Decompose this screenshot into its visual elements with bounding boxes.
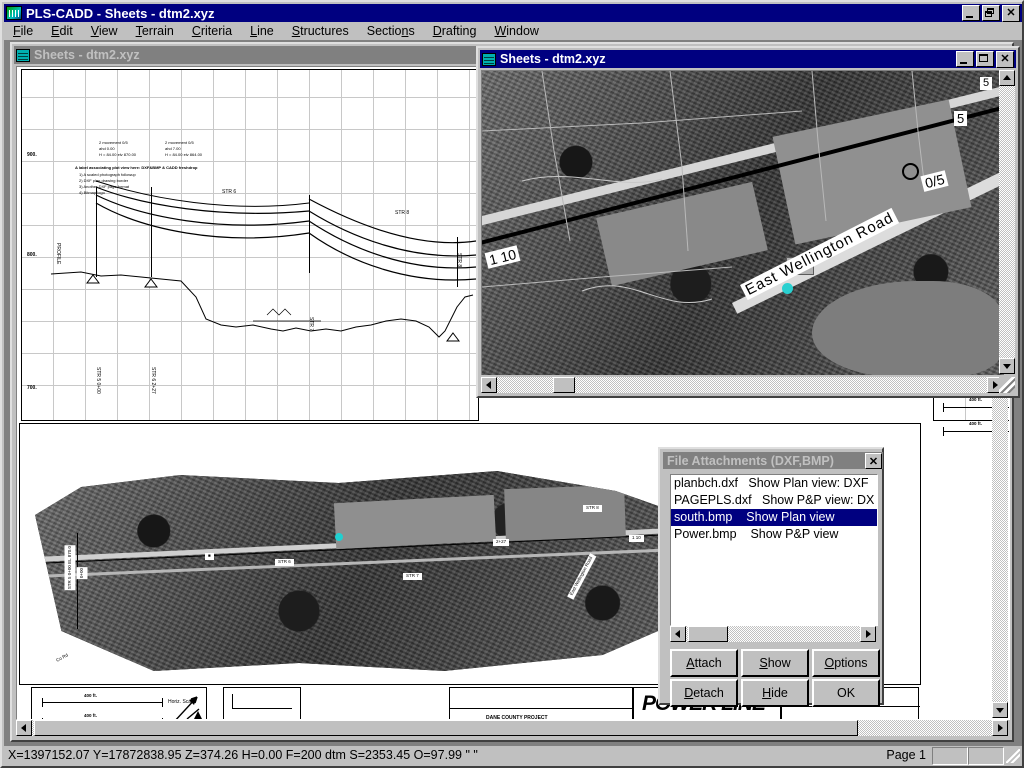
plan-child-window: Sheets - dtm2.xyz ✕ 5 0/5 1 10 East Well… [476, 46, 1020, 398]
list-item[interactable]: planbch.dxf Show Plan view: DXF [671, 475, 877, 492]
status-coordinates: X=1397152.07 Y=17872838.95 Z=374.26 H=0.… [8, 748, 478, 762]
attachments-scroll-right-button[interactable] [860, 626, 876, 642]
attachments-scroll-left-button[interactable] [670, 626, 686, 642]
statusbar: X=1397152.07 Y=17872838.95 Z=374.26 H=0.… [4, 746, 1022, 765]
plan-vscrollbar[interactable] [999, 70, 1015, 374]
dialog-title-text: File Attachments (DXF,BMP) [667, 453, 834, 468]
attachments-hscrollbar[interactable] [670, 626, 876, 642]
close-button[interactable]: ✕ [1002, 5, 1020, 22]
list-item[interactable]: Power.bmp Show P&P view [671, 526, 877, 543]
attachments-hscroll-thumb[interactable] [688, 626, 728, 642]
plan-resize-grip[interactable] [999, 377, 1015, 393]
plan-scroll-up-button[interactable] [999, 70, 1015, 86]
status-panel-2 [968, 747, 1004, 765]
show-button[interactable]: Show [741, 649, 809, 677]
plan-close-button[interactable]: ✕ [996, 51, 1014, 68]
restore-button[interactable] [982, 5, 1000, 21]
sheets-window-icon [16, 48, 30, 62]
plan-minimize-button[interactable] [956, 51, 974, 67]
sheets-scroll-down-button[interactable] [992, 702, 1008, 718]
plan-window-buttons: ✕ [956, 51, 1014, 68]
sheets-hscrollbar[interactable] [16, 720, 1008, 736]
hide-button[interactable]: Hide [741, 679, 809, 707]
main-window: PLS-CADD - Sheets - dtm2.xyz ✕ File Edit… [0, 0, 1024, 768]
project-block: DANE COUNTY PROJECT PROPOSED TRANSMISSIO… [449, 687, 634, 719]
mdi-workspace: Sheets - dtm2.xyz 900. 800. 700. 2 movem… [4, 40, 1022, 748]
map-label-structure-number: 5 [954, 111, 968, 126]
detach-button[interactable]: Detach [670, 679, 738, 707]
menu-terrain[interactable]: Terrain [127, 22, 183, 40]
pls-cadd-app-icon [6, 6, 22, 20]
menu-edit[interactable]: Edit [42, 22, 82, 40]
list-item[interactable]: PAGEPLS.dxf Show P&P view: DX [671, 492, 877, 509]
menu-drafting[interactable]: Drafting [424, 22, 486, 40]
menu-line[interactable]: Line [241, 22, 283, 40]
list-item-selected[interactable]: south.bmp Show Plan view [671, 509, 877, 526]
main-titlebar[interactable]: PLS-CADD - Sheets - dtm2.xyz ✕ [4, 4, 1022, 22]
sheets-scroll-left-button[interactable] [16, 720, 32, 736]
plan-hscroll-thumb[interactable] [553, 377, 575, 393]
main-title-text: PLS-CADD - Sheets - dtm2.xyz [26, 5, 215, 21]
attach-button[interactable]: Attach [670, 649, 738, 677]
menu-sections[interactable]: Sections [358, 22, 424, 40]
list-item-file: south.bmp [674, 510, 733, 524]
ok-button[interactable]: OK [812, 679, 880, 707]
status-resize-grip[interactable] [1006, 749, 1020, 763]
plan-hscrollbar[interactable] [481, 377, 1003, 393]
plan-titlebar[interactable]: Sheets - dtm2.xyz ✕ [480, 50, 1016, 68]
menu-structures[interactable]: Structures [283, 22, 358, 40]
list-item-file: PAGEPLS.dxf [674, 493, 752, 507]
profile-conductor-curves [50, 180, 477, 342]
aerial-photo [482, 71, 1004, 375]
north-arrow-icon [175, 696, 202, 719]
dialog-close-icon[interactable]: ✕ [865, 453, 882, 469]
menu-criteria[interactable]: Criteria [183, 22, 241, 40]
sheets-hscroll-thumb[interactable] [34, 720, 858, 736]
list-item-action: Show Plan view [746, 510, 835, 524]
plan-photo-canvas[interactable]: 5 0/5 1 10 East Wellington Road 5 [481, 70, 1004, 375]
options-button[interactable]: Options [812, 649, 880, 677]
sheets-title-text: Sheets - dtm2.xyz [34, 48, 140, 62]
menu-file[interactable]: File [4, 22, 42, 40]
structure-symbol [902, 163, 919, 180]
minimize-button[interactable] [962, 5, 980, 21]
list-item-file: Power.bmp [674, 527, 737, 541]
sheets-scroll-right-button[interactable] [992, 720, 1008, 736]
file-attachments-dialog: File Attachments (DXF,BMP) ✕ planbch.dxf… [658, 447, 884, 707]
detail-block [223, 687, 301, 719]
status-page: Page 1 [886, 748, 926, 762]
plan-scroll-left-button[interactable] [481, 377, 497, 393]
attachments-list[interactable]: planbch.dxf Show Plan view: DXF PAGEPLS.… [670, 474, 878, 626]
plan-title-text: Sheets - dtm2.xyz [500, 52, 606, 66]
parcel-lines [482, 71, 1004, 375]
menu-window[interactable]: Window [485, 22, 547, 40]
plan-scroll-down-button[interactable] [999, 358, 1015, 374]
application-root: PLS-CADD - Sheets - dtm2.xyz ✕ File Edit… [0, 0, 1024, 768]
plan-cursor-marker-2 [782, 283, 793, 294]
main-window-buttons: ✕ [962, 5, 1020, 22]
list-item-action: Show P&P view [750, 527, 839, 541]
status-panel-1 [932, 747, 968, 765]
list-item-action: Show P&P view: DX [762, 493, 875, 507]
dialog-titlebar[interactable]: File Attachments (DXF,BMP) ✕ [663, 452, 883, 469]
plan-maximize-button[interactable] [976, 51, 994, 67]
menu-view[interactable]: View [82, 22, 127, 40]
list-item-action: Show Plan view: DXF [748, 476, 869, 490]
sheets-window-icon-2 [482, 52, 496, 66]
list-item-file: planbch.dxf [674, 476, 738, 490]
menubar: File Edit View Terrain Criteria Line Str… [4, 22, 1022, 40]
map-label-corner: 5 [980, 77, 993, 90]
